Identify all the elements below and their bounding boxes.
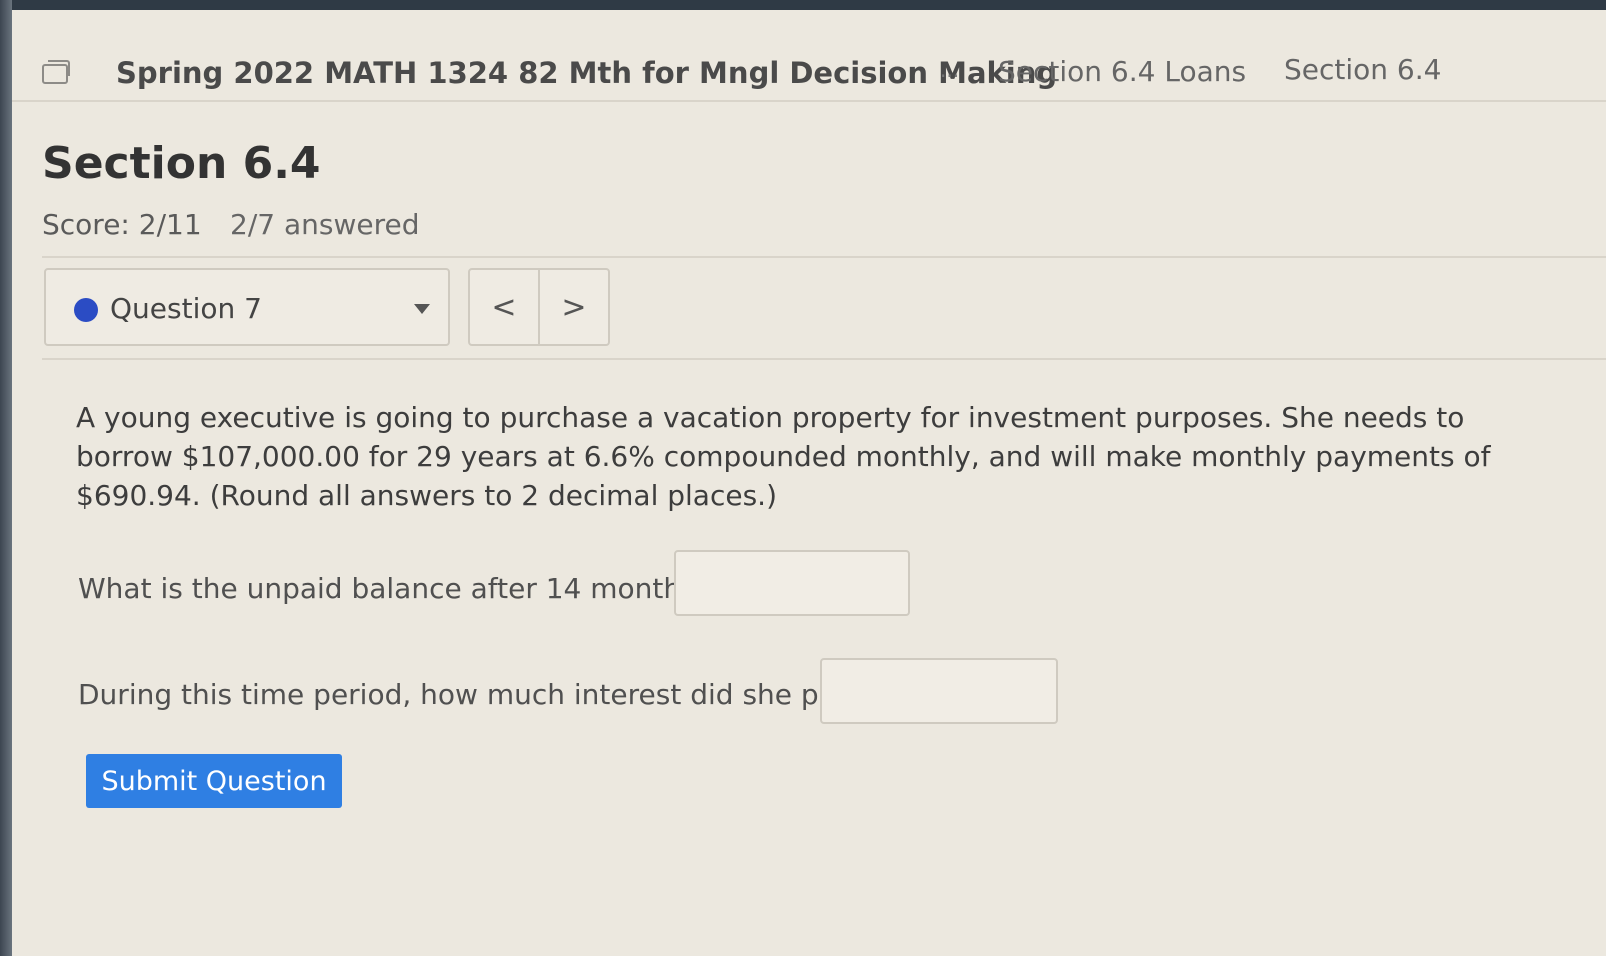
divider: [42, 256, 1606, 258]
assignment-page: Spring 2022 MATH 1324 82 Mth for Mngl De…: [12, 10, 1606, 956]
interest-paid-input[interactable]: [820, 658, 1058, 724]
breadcrumb-course-link[interactable]: Spring 2022 MATH 1324 82 Mth for Mngl De…: [116, 56, 1057, 90]
course-icon[interactable]: [42, 60, 70, 84]
question-select-label: Question 7: [110, 292, 262, 325]
breadcrumb-ellipsis[interactable]: ...: [940, 58, 959, 82]
window-left-edge: [0, 0, 12, 956]
next-question-button[interactable]: >: [538, 270, 608, 344]
question-nav-group: < >: [468, 268, 610, 346]
problem-statement: A young executive is going to purchase a…: [76, 401, 1491, 512]
divider: [42, 358, 1606, 360]
page-title: Section 6.4: [42, 138, 321, 189]
previous-question-button[interactable]: <: [470, 270, 538, 344]
chevron-left-icon: <: [491, 289, 517, 325]
unpaid-balance-input[interactable]: [674, 550, 910, 616]
answered-count: 2/7 answered: [230, 208, 420, 241]
submit-question-button[interactable]: Submit Question: [86, 754, 342, 808]
chevron-right-icon: >: [561, 289, 587, 325]
window-top-strip: [0, 0, 1606, 10]
breadcrumb-current: Section 6.4: [1284, 53, 1442, 86]
caret-down-icon: [414, 304, 430, 314]
question-status-dot-icon: [74, 298, 98, 322]
score-text: Score: 2/11: [42, 208, 202, 241]
breadcrumb-assignment-link[interactable]: Section 6.4 Loans: [998, 55, 1246, 88]
part1-prompt: What is the unpaid balance after 14 mont…: [78, 572, 738, 605]
breadcrumb: Spring 2022 MATH 1324 82 Mth for Mngl De…: [12, 10, 1606, 102]
question-select-dropdown[interactable]: Question 7: [44, 268, 450, 346]
part2-prompt: During this time period, how much intere…: [78, 678, 894, 711]
